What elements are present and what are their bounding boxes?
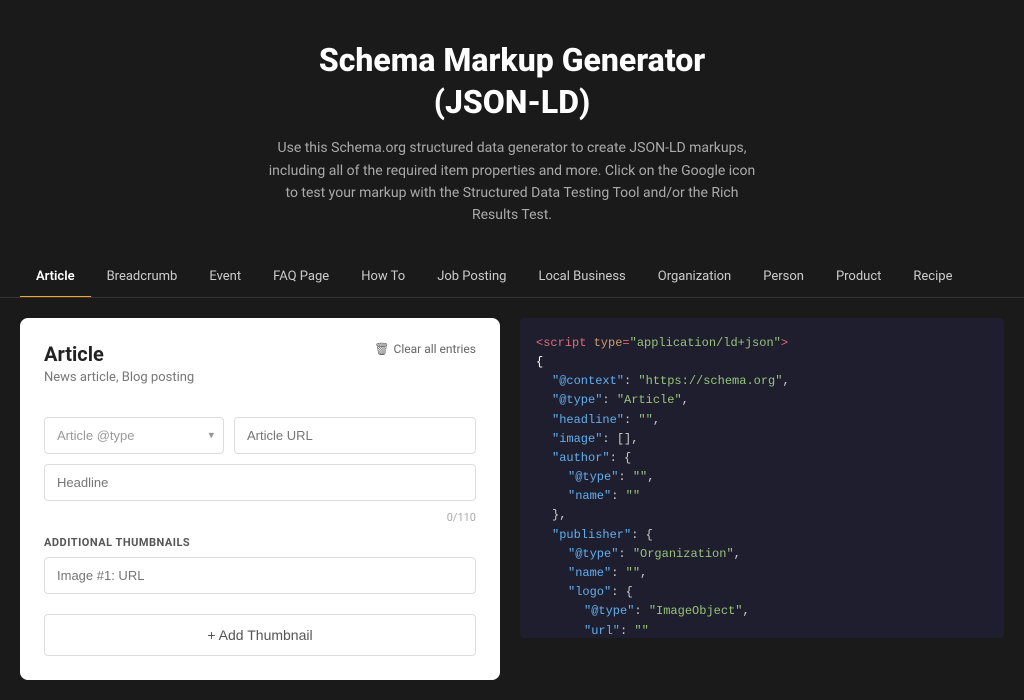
form-panel: Article News article, Blog posting 🗑 Cle… [20,318,500,680]
main-content: Article News article, Blog posting 🗑 Cle… [0,298,1024,700]
form-subtitle: News article, Blog posting [44,370,194,385]
nav-tabs: ArticleBreadcrumbEventFAQ PageHow ToJob … [0,257,1024,298]
trash-icon: 🗑 [374,342,389,356]
nav-tab-faq-page[interactable]: FAQ Page [257,257,345,298]
nav-tab-breadcrumb[interactable]: Breadcrumb [91,257,194,298]
page-description: Use this Schema.org structured data gene… [262,137,762,227]
script-open-tag: <script type="application/ld+json"> [536,336,788,350]
nav-tab-how-to[interactable]: How To [345,257,421,298]
headline-input[interactable] [44,464,476,501]
form-title: Article [44,342,194,366]
nav-tab-job-posting[interactable]: Job Posting [421,257,522,298]
code-panel: <script type="application/ld+json"> { "@… [520,318,1004,638]
add-thumbnail-button[interactable]: + Add Thumbnail [44,614,476,656]
nav-tab-product[interactable]: Product [820,257,897,298]
article-url-input[interactable] [234,417,476,454]
nav-tab-recipe[interactable]: Recipe [897,257,968,298]
nav-tab-event[interactable]: Event [193,257,257,298]
page-title: Schema Markup Generator (JSON-LD) [20,40,1004,123]
thumbnails-label: ADDITIONAL THUMBNAILS [44,536,476,549]
char-count: 0/110 [44,511,476,524]
nav-tab-article[interactable]: Article [20,257,91,298]
clear-entries-button[interactable]: 🗑 Clear all entries [374,342,476,356]
page-header: Schema Markup Generator (JSON-LD) Use th… [0,0,1024,257]
article-type-wrapper: Article @type ▾ [44,417,224,454]
article-type-select[interactable]: Article @type [44,417,224,454]
nav-tab-local-business[interactable]: Local Business [522,257,641,298]
nav-tab-person[interactable]: Person [747,257,820,298]
image-url-input[interactable] [44,557,476,594]
nav-tab-organization[interactable]: Organization [642,257,747,298]
